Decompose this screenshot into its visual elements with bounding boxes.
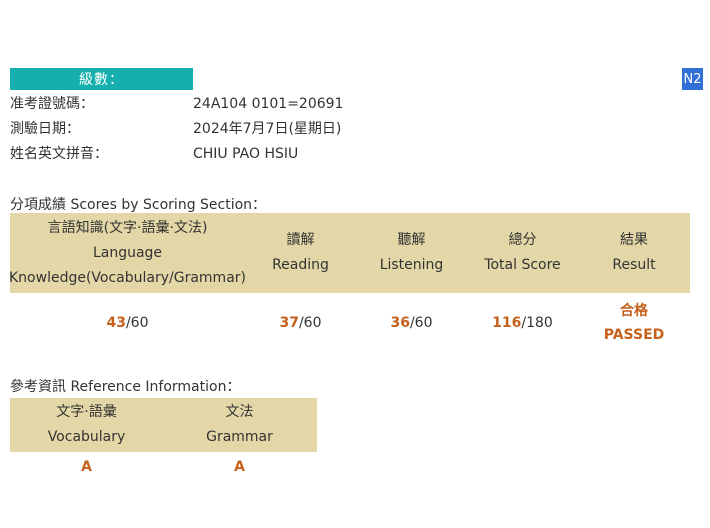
grade-vocabulary: A — [81, 458, 92, 475]
score-total-score: 116/180 — [467, 300, 578, 346]
header-vocabulary: 文字·語彙 Vocabulary — [10, 398, 163, 452]
header-zh: 文法 — [225, 404, 254, 420]
header-grammar: 文法 Grammar — [163, 398, 316, 452]
name-label: 姓名英文拼音： — [10, 146, 108, 162]
score-got: 37 — [279, 315, 299, 331]
header-zh: 文字·語彙 — [56, 404, 117, 420]
header-listening: 聽解 Listening — [356, 213, 467, 293]
score-got: 36 — [390, 315, 410, 331]
exam-number-value: 24A104 0101=20691 — [193, 96, 344, 112]
score-total: /180 — [521, 315, 553, 331]
result-en: PASSED — [603, 327, 665, 343]
score-total: /60 — [409, 315, 433, 331]
level-bar: 級數： — [10, 68, 193, 90]
score-got: 43 — [106, 315, 126, 331]
header-en: Listening — [379, 257, 444, 273]
score-listening: 36/60 — [356, 300, 467, 346]
reference-section-title: 參考資訊 Reference Information： — [10, 379, 241, 395]
reference-table-row: A A — [10, 456, 317, 478]
score-language-knowledge: 43/60 — [10, 300, 245, 346]
result-zh: 合格 — [620, 303, 648, 319]
header-zh: 結果 — [620, 232, 648, 248]
test-date-label: 測驗日期： — [10, 121, 80, 137]
header-en: Result — [612, 257, 656, 273]
level-label: 級數： — [79, 72, 124, 88]
header-result: 結果 Result — [578, 213, 690, 293]
grade-grammar: A — [234, 458, 245, 475]
header-en: Total Score — [484, 257, 561, 273]
scores-table-header: 言語知識(文字·語彙·文法) Language Knowledge(Vocabu… — [9, 213, 690, 293]
header-reading: 讀解 Reading — [245, 213, 356, 293]
header-en: Vocabulary — [47, 429, 126, 445]
header-en: Knowledge(Vocabulary/Grammar) — [9, 269, 246, 286]
test-date-value: 2024年7月7日(星期日) — [193, 121, 342, 137]
reference-table-header: 文字·語彙 Vocabulary 文法 Grammar — [10, 398, 317, 452]
scores-table-row: 43/60 37/60 36/60 116/180 合格 PASSED — [10, 300, 690, 346]
header-en: Reading — [272, 257, 329, 273]
score-result: 合格 PASSED — [578, 300, 690, 346]
header-language-knowledge: 言語知識(文字·語彙·文法) Language Knowledge(Vocabu… — [9, 213, 246, 293]
header-zh: 言語知識(文字·語彙·文法) — [47, 219, 208, 236]
level-badge: N2 — [682, 68, 703, 90]
name-value: CHIU PAO HSIU — [193, 146, 299, 162]
header-zh: 聽解 — [397, 232, 426, 248]
score-reading: 37/60 — [245, 300, 356, 346]
header-en: Language — [92, 244, 163, 261]
header-total-score: 總分 Total Score — [467, 213, 578, 293]
header-zh: 總分 — [508, 232, 537, 248]
exam-number-label: 准考證號碼： — [10, 96, 94, 112]
score-total: /60 — [298, 315, 322, 331]
score-total: /60 — [125, 315, 149, 331]
header-en: Grammar — [206, 429, 273, 445]
header-zh: 讀解 — [286, 232, 315, 248]
scores-section-title: 分項成績 Scores by Scoring Section： — [10, 197, 267, 213]
score-got: 116 — [492, 315, 522, 331]
